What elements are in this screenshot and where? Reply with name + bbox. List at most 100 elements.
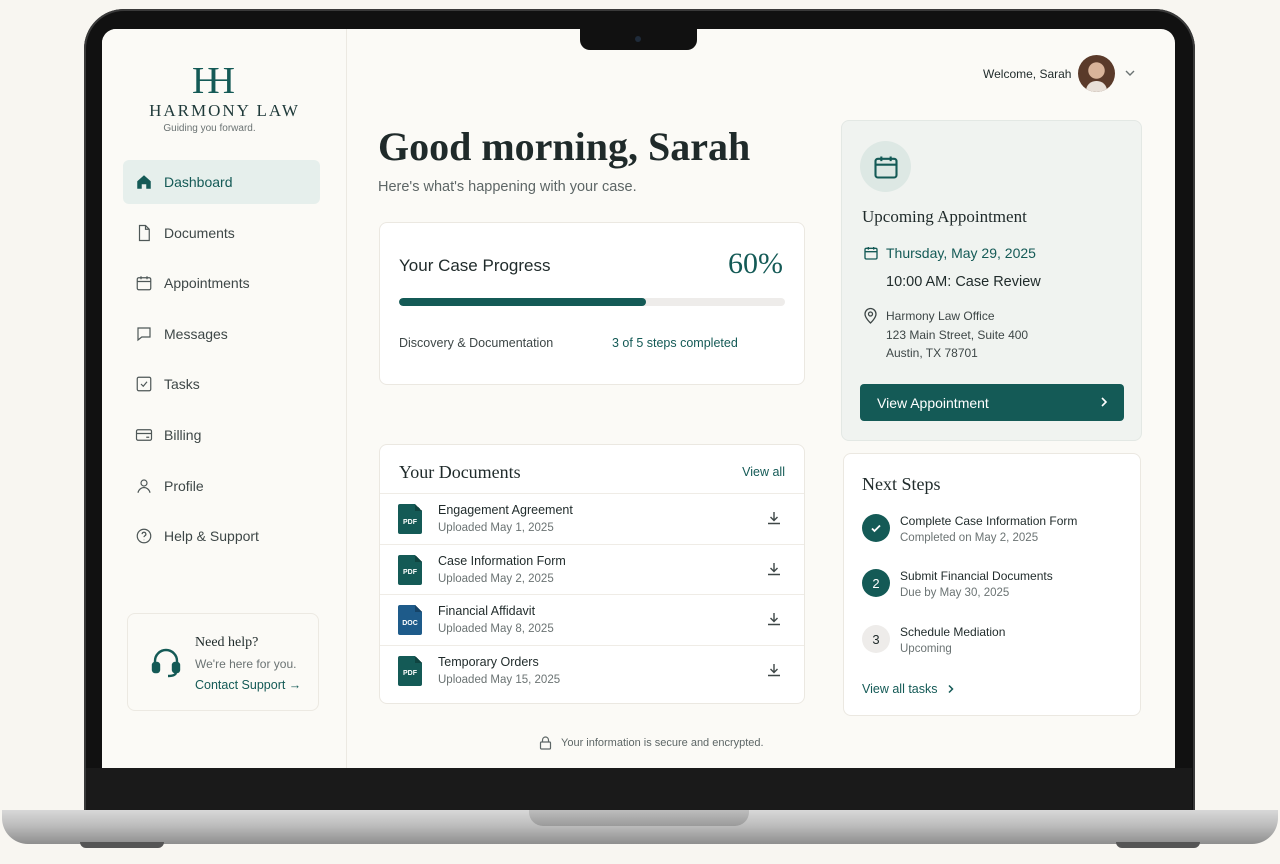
appointment-date: Thursday, May 29, 2025: [886, 245, 1036, 261]
sidebar-item-label: Help & Support: [164, 528, 259, 545]
download-icon[interactable]: [766, 662, 782, 678]
step-done-marker: [862, 514, 890, 542]
sidebar-item-label: Messages: [164, 325, 228, 342]
sidebar-item-label: Billing: [164, 426, 202, 443]
document-name: Temporary Orders: [438, 654, 539, 669]
case-progress-title: Your Case Progress: [399, 256, 551, 275]
document-name: Financial Affidavit: [438, 604, 536, 619]
address-line: Harmony Law Office: [886, 309, 995, 323]
message-icon: [137, 327, 151, 342]
contact-support-link[interactable]: Contact Support →: [195, 678, 301, 692]
step-name: Schedule Mediation: [900, 625, 1006, 639]
page-title: Good morning, Sarah: [378, 124, 751, 169]
pdf-file-icon: PDF: [398, 504, 422, 534]
document-date: Uploaded May 1, 2025: [438, 522, 554, 534]
sidebar-item-profile[interactable]: Profile: [123, 464, 320, 508]
appointment-address: Harmony Law Office 123 Main Street, Suit…: [886, 307, 1028, 363]
step-number: 3: [862, 625, 890, 653]
sidebar-item-label: Tasks: [164, 376, 200, 393]
list-item[interactable]: PDF Case Information Form Uploaded May 2…: [380, 543, 804, 595]
step-status: Due by May 30, 2025: [900, 587, 1010, 599]
document-name: Engagement Agreement: [438, 503, 573, 517]
step-name: Submit Financial Documents: [900, 569, 1053, 583]
laptop-foot: [1116, 842, 1200, 848]
pdf-file-icon: PDF: [398, 655, 422, 686]
laptop-foot: [80, 842, 164, 848]
sidebar-item-billing[interactable]: Billing: [123, 413, 320, 457]
list-item[interactable]: 3 Schedule Mediation Upcoming: [862, 625, 1132, 665]
sidebar-item-label: Profile: [164, 477, 204, 494]
download-icon[interactable]: [766, 510, 782, 526]
appointment-badge: [860, 141, 911, 192]
address-line: 123 Main Street, Suite 400: [886, 327, 1029, 342]
chevron-down-icon[interactable]: [1124, 67, 1136, 79]
view-appointment-button[interactable]: View Appointment: [860, 384, 1124, 421]
list-item[interactable]: DOC Financial Affidavit Uploaded May 8, …: [380, 594, 804, 645]
document-name: Case Information Form: [438, 553, 566, 568]
next-steps-card: Next Steps Complete Case Information For…: [843, 453, 1141, 716]
calendar-icon: [864, 247, 878, 260]
documents-card: Your Documents View all PDF Engagement A…: [379, 444, 805, 704]
sidebar-item-label: Dashboard: [164, 174, 233, 190]
sidebar-item-label: Appointments: [164, 275, 250, 292]
step-number: 2: [862, 569, 890, 597]
camera-notch: [580, 29, 697, 50]
view-all-tasks-link[interactable]: View all tasks: [862, 682, 956, 696]
documents-view-all-link[interactable]: View all: [742, 465, 785, 479]
list-item[interactable]: PDF Engagement Agreement Uploaded May 1,…: [380, 493, 804, 544]
doc-file-icon: DOC: [398, 605, 422, 636]
location-pin-icon: [864, 307, 877, 324]
chevron-right-icon: [1101, 397, 1108, 407]
case-progress-card: Your Case Progress 60% Discovery & Docum…: [379, 222, 805, 385]
sidebar-item-help[interactable]: Help & Support: [123, 514, 320, 558]
sidebar-item-documents[interactable]: Documents: [123, 211, 320, 255]
sidebar-item-messages[interactable]: Messages: [123, 312, 320, 356]
home-icon: [137, 175, 151, 189]
step-status: Upcoming: [900, 643, 952, 655]
address-line: Austin, TX 78701: [886, 346, 978, 360]
list-item[interactable]: Complete Case Information Form Completed…: [862, 514, 1132, 554]
avatar[interactable]: [1078, 55, 1115, 92]
sidebar: HH HARMONY LAW Guiding you forward. Dash…: [102, 29, 347, 768]
lock-icon: [539, 736, 552, 750]
laptop-base-notch: [529, 810, 749, 826]
appointment-title: Upcoming Appointment: [862, 207, 1027, 226]
logo-mark: HH: [192, 60, 235, 102]
steps-completed: 3 of 5 steps completed: [612, 336, 738, 350]
view-appointment-label: View Appointment: [877, 394, 989, 411]
help-icon: [136, 528, 152, 544]
sidebar-nav: Dashboard Documents Appointments Message…: [123, 160, 320, 565]
progress-bar-fill: [399, 298, 647, 306]
help-card: Need help? We're here for you. Contact S…: [127, 613, 319, 711]
next-steps-title: Next Steps: [862, 474, 941, 494]
calendar-icon: [873, 156, 898, 179]
help-subtitle: We're here for you.: [195, 657, 297, 671]
document-icon: [138, 224, 150, 241]
security-note-text: Your information is secure and encrypted…: [561, 737, 764, 749]
pdf-file-icon: PDF: [398, 554, 422, 585]
list-item[interactable]: 2 Submit Financial Documents Due by May …: [862, 569, 1132, 609]
user-icon: [137, 478, 151, 493]
sidebar-item-dashboard[interactable]: Dashboard: [123, 160, 320, 204]
list-item[interactable]: PDF Temporary Orders Uploaded May 15, 20…: [380, 644, 804, 696]
help-title: Need help?: [195, 635, 259, 650]
sidebar-item-label: Documents: [164, 224, 235, 241]
step-name: Complete Case Information Form: [900, 514, 1078, 528]
screen: HH HARMONY LAW Guiding you forward. Dash…: [102, 29, 1175, 768]
case-stage: Discovery & Documentation: [399, 336, 554, 350]
download-icon[interactable]: [766, 561, 782, 577]
sidebar-item-appointments[interactable]: Appointments: [123, 261, 320, 305]
brand-name: HARMONY LAW: [149, 101, 300, 120]
document-date: Uploaded May 8, 2025: [438, 623, 554, 636]
document-list: PDF Engagement Agreement Uploaded May 1,…: [380, 493, 804, 695]
check-icon: [871, 524, 881, 533]
view-all-tasks-label: View all tasks: [862, 682, 938, 696]
page-subtitle: Here's what's happening with your case.: [378, 179, 637, 195]
sidebar-item-tasks[interactable]: Tasks: [123, 362, 320, 406]
document-date: Uploaded May 15, 2025: [438, 673, 561, 686]
security-note: Your information is secure and encrypted…: [539, 736, 764, 750]
download-icon[interactable]: [766, 611, 782, 627]
progress-bar: [399, 298, 785, 306]
chevron-right-icon: [947, 684, 954, 694]
laptop-bezel: [86, 768, 1192, 812]
